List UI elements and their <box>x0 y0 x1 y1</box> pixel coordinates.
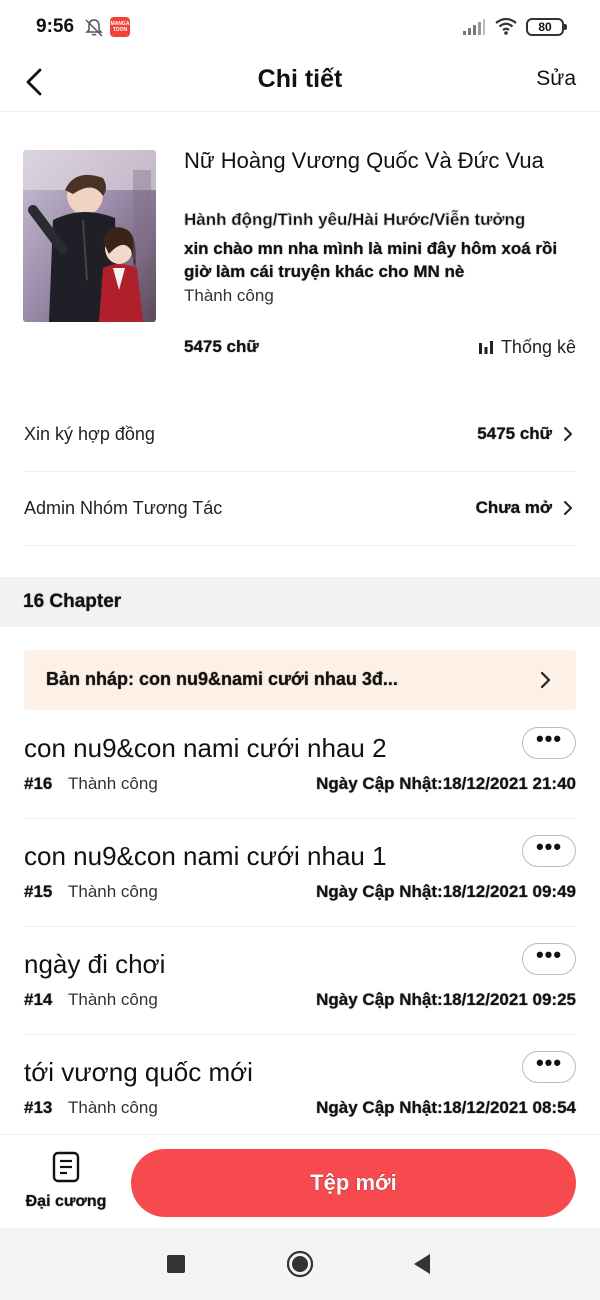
signal-icon <box>463 19 485 35</box>
bar-chart-icon <box>478 341 493 354</box>
document-icon <box>52 1151 80 1183</box>
word-count: 5475 chữ <box>184 337 259 356</box>
draft-banner[interactable]: Bản nháp: con nu9&nami cưới nhau 3đ... <box>24 650 576 710</box>
statistics-label: Thống kê <box>500 337 576 357</box>
chapter-status: Thành công <box>68 990 158 1009</box>
battery-level: 80 <box>538 20 552 34</box>
status-bar: 9:56 MANGA TOON 80 <box>0 0 600 56</box>
contract-value: 5475 chữ <box>477 424 552 443</box>
system-navigation-bar <box>0 1228 600 1300</box>
contract-label: Xin ký hợp đồng <box>24 424 155 444</box>
chapter-number: #13 <box>24 1098 53 1117</box>
novel-status: Thành công <box>184 286 274 305</box>
chapter-item[interactable]: con nu9&con nami cưới nhau 1 ••• #15 Thà… <box>24 819 576 927</box>
novel-description: xin chào mn nha mình là mini đây hôm xoá… <box>184 239 558 281</box>
battery-icon: 80 <box>526 18 567 36</box>
chapter-status: Thành công <box>68 774 158 793</box>
chapter-title: con nu9&con nami cưới nhau 2 <box>24 733 387 763</box>
more-options-button[interactable]: ••• <box>522 943 576 975</box>
chevron-right-icon <box>540 671 551 689</box>
chapter-title: tới vương quốc mới <box>24 1057 253 1087</box>
status-time: 9:56 <box>36 16 75 37</box>
chapter-item[interactable]: con nu9&con nami cưới nhau 2 ••• #16 Thà… <box>24 711 576 819</box>
page-title: Chi tiết <box>257 65 343 93</box>
chapter-updated-date: Ngày Cập Nhật:18/12/2021 09:49 <box>316 882 576 901</box>
outline-button[interactable]: Đại cương <box>18 1147 114 1227</box>
novel-cover-image[interactable] <box>23 150 156 322</box>
chapter-item[interactable]: ngày đi chơi ••• #14 Thành công Ngày Cập… <box>24 927 576 1035</box>
chapter-title: con nu9&con nami cưới nhau 1 <box>24 841 387 871</box>
back-triangle-icon[interactable] <box>408 1250 436 1278</box>
admin-group-row[interactable]: Admin Nhóm Tương Tác Chưa mở <box>24 472 576 546</box>
chapter-number: #14 <box>24 990 53 1009</box>
chapter-updated-date: Ngày Cập Nhật:18/12/2021 21:40 <box>316 774 576 793</box>
chevron-right-icon <box>564 501 572 515</box>
chapter-status: Thành công <box>68 1098 158 1117</box>
novel-genres: Hành động/Tình yêu/Hài Hước/Viễn tưởng <box>184 210 526 229</box>
home-icon[interactable] <box>286 1250 314 1278</box>
outline-label: Đại cương <box>25 1193 107 1210</box>
more-options-button[interactable]: ••• <box>522 835 576 867</box>
chapter-title: ngày đi chơi <box>24 949 166 979</box>
bottom-action-bar: Đại cương Tệp mới <box>0 1134 600 1228</box>
chapter-number: #16 <box>24 774 53 793</box>
admin-group-value: Chưa mở <box>475 498 552 517</box>
contract-row[interactable]: Xin ký hợp đồng 5475 chữ <box>24 398 576 472</box>
novel-title: Nữ Hoàng Vương Quốc Và Đức Vua <box>184 148 544 173</box>
chevron-right-icon <box>564 427 572 441</box>
chapter-item[interactable]: tới vương quốc mới ••• #13 Thành công Ng… <box>24 1035 576 1143</box>
recent-apps-icon[interactable] <box>162 1250 190 1278</box>
chapter-updated-date: Ngày Cập Nhật:18/12/2021 08:54 <box>316 1098 576 1117</box>
chapter-number: #15 <box>24 882 53 901</box>
app-badge-text: MANGA TOON <box>110 21 130 33</box>
draft-text: Bản nháp: con nu9&nami cưới nhau 3đ... <box>46 669 398 689</box>
new-file-button[interactable]: Tệp mới <box>131 1149 576 1217</box>
statistics-button[interactable]: Thống kê <box>478 337 576 358</box>
chapter-count-section: 16 Chapter <box>0 577 600 627</box>
admin-group-label: Admin Nhóm Tương Tác <box>24 498 223 518</box>
mangatoon-app-icon: MANGA TOON <box>110 17 130 37</box>
chapter-updated-date: Ngày Cập Nhật:18/12/2021 09:25 <box>316 990 576 1009</box>
wifi-icon <box>495 17 517 35</box>
more-options-button[interactable]: ••• <box>522 727 576 759</box>
chapter-count-label: 16 Chapter <box>23 591 122 612</box>
edit-button[interactable]: Sửa <box>536 67 576 91</box>
chapter-status: Thành công <box>68 882 158 901</box>
mute-bell-icon <box>85 19 103 37</box>
more-options-button[interactable]: ••• <box>522 1051 576 1083</box>
header: Chi tiết Sửa <box>0 56 600 112</box>
